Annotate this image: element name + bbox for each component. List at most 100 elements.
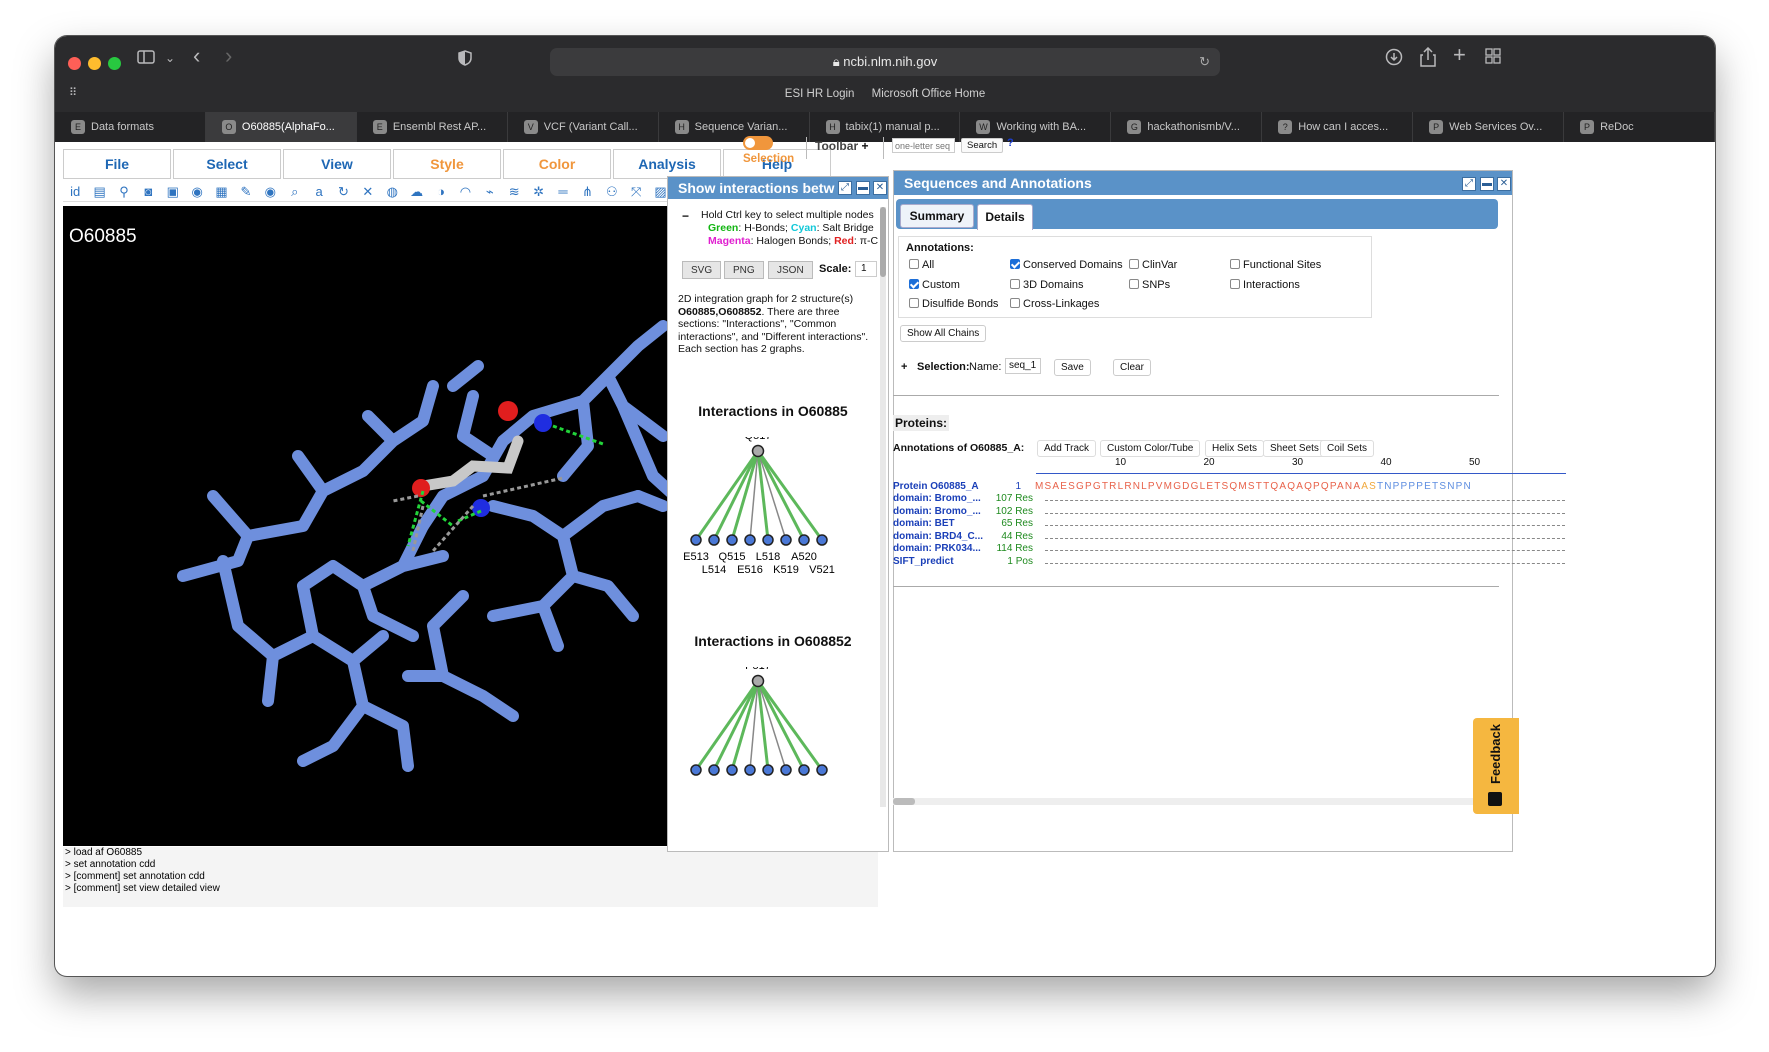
zoom-window-button[interactable] xyxy=(108,57,121,70)
residue-node[interactable] xyxy=(744,764,756,776)
close-icon[interactable]: ✕ xyxy=(1497,177,1511,191)
selection-name-input[interactable]: seq_1 xyxy=(1005,358,1041,374)
clear-selection-button[interactable]: Clear xyxy=(1113,359,1151,376)
track-button-helix-sets[interactable]: Helix Sets xyxy=(1205,440,1265,457)
lines-icon[interactable]: ═ xyxy=(551,184,575,199)
layers-icon[interactable]: ≋ xyxy=(502,184,526,200)
browser-tab[interactable]: ? How can I acces... xyxy=(1262,112,1414,142)
checkbox-functional-sites[interactable]: Functional Sites xyxy=(1230,259,1321,271)
expand-icon[interactable]: ⤢ xyxy=(838,181,852,195)
pencil-icon[interactable]: ✎ xyxy=(234,184,258,200)
scale-input[interactable]: 1 xyxy=(855,261,877,277)
tree-icon[interactable]: ⋔ xyxy=(575,184,599,200)
circle-icon[interactable]: ◉ xyxy=(185,184,209,200)
annotation-track-label[interactable]: domain: Bromo_... xyxy=(893,493,981,504)
favorite-link[interactable]: Microsoft Office Home xyxy=(872,88,986,100)
residue-node[interactable] xyxy=(708,534,720,546)
minimize-icon[interactable]: ▬ xyxy=(1480,177,1494,191)
link-icon[interactable]: ⚲ xyxy=(112,184,136,200)
checkbox-box[interactable] xyxy=(1230,278,1240,289)
residue-node[interactable] xyxy=(816,534,828,546)
track-button-add-track[interactable]: Add Track xyxy=(1037,440,1097,457)
scrollbar[interactable] xyxy=(880,207,886,807)
track-button-coil-sets[interactable]: Coil Sets xyxy=(1320,440,1375,457)
browser-tab[interactable]: O O60885(AlphaFo... xyxy=(205,112,357,142)
sequence-row[interactable]: MSAESGPGTRLRNLPVMGDGLETSQMSTTQAQAQPQPANA… xyxy=(1035,481,1575,492)
collapse-icon[interactable]: − xyxy=(682,209,689,223)
rotate-icon[interactable]: ↻ xyxy=(331,184,355,200)
show-all-chains-button[interactable]: Show All Chains xyxy=(900,325,987,342)
close-icon[interactable]: ✕ xyxy=(873,181,887,195)
export-svg-button[interactable]: SVG xyxy=(682,261,722,279)
residue-node[interactable] xyxy=(708,764,720,776)
export-json-button[interactable]: JSON xyxy=(768,261,813,279)
checkbox-cross-linkages[interactable]: Cross-Linkages xyxy=(1010,298,1099,310)
menu-view[interactable]: View xyxy=(283,149,391,179)
toolbar-toggle[interactable]: Toolbar + xyxy=(815,139,868,153)
browser-tab[interactable]: Ghackathonismb/V... xyxy=(1111,112,1263,142)
residue-node[interactable] xyxy=(744,534,756,546)
checkbox-conserved-domains[interactable]: Conserved Domains xyxy=(1010,259,1123,271)
chevron-down-icon[interactable]: ⌄ xyxy=(165,49,175,67)
browser-tab[interactable]: E Ensembl Rest AP... xyxy=(357,112,508,142)
interactions-dialog-header[interactable]: Show interactions betw xyxy=(668,177,888,199)
checkbox-box[interactable] xyxy=(1230,259,1240,269)
horizontal-scrollbar[interactable] xyxy=(893,798,1513,805)
selection-expand-icon[interactable]: + xyxy=(901,361,907,373)
checkbox-snps[interactable]: SNPs xyxy=(1129,278,1170,291)
annotation-track-label[interactable]: domain: BET xyxy=(893,518,955,529)
residue-node[interactable] xyxy=(780,534,792,546)
tab-overview-icon[interactable] xyxy=(1485,48,1501,67)
browser-tab[interactable]: H Sequence Varian... xyxy=(659,112,810,142)
residue-node[interactable] xyxy=(798,764,810,776)
annotation-track-label[interactable]: SIFT_predict xyxy=(893,556,954,567)
browser-tab[interactable]: V VCF (Variant Call... xyxy=(508,112,659,142)
residue-node[interactable] xyxy=(780,764,792,776)
expand-icon[interactable]: ⤢ xyxy=(1462,177,1476,191)
selection-toggle[interactable] xyxy=(743,136,773,150)
minimize-icon[interactable]: ▬ xyxy=(856,181,870,195)
sequence-search-input[interactable] xyxy=(892,138,955,153)
cloud-icon[interactable]: ☁ xyxy=(404,184,428,200)
residue-node[interactable] xyxy=(762,534,774,546)
sidebar-icon[interactable] xyxy=(137,49,155,68)
new-tab-icon[interactable]: + xyxy=(1453,44,1466,66)
residue-node[interactable] xyxy=(798,534,810,546)
save-selection-button[interactable]: Save xyxy=(1054,359,1091,376)
frame-icon[interactable]: ▣ xyxy=(161,184,185,200)
checkbox-clinvar[interactable]: ClinVar xyxy=(1129,259,1177,271)
checkbox-box[interactable] xyxy=(1129,278,1139,289)
checkbox-interactions[interactable]: Interactions xyxy=(1230,278,1300,291)
spiral-icon[interactable]: ✲ xyxy=(526,184,550,200)
annotation-track-label[interactable]: domain: Bromo_... xyxy=(893,506,981,517)
checkbox-box[interactable] xyxy=(1129,259,1139,269)
share-icon[interactable] xyxy=(1420,46,1436,70)
checkbox-box[interactable] xyxy=(909,278,919,289)
download-icon[interactable] xyxy=(1385,48,1403,69)
x-icon[interactable]: ✕ xyxy=(356,184,380,200)
menu-color[interactable]: Color xyxy=(503,149,611,179)
bike-icon[interactable]: ⚇ xyxy=(600,184,624,200)
checkbox-disulfide-bonds[interactable]: Disulfide Bonds xyxy=(909,298,998,310)
checkbox-box[interactable] xyxy=(1010,278,1020,289)
residue-node[interactable] xyxy=(690,534,702,546)
structure-viewer[interactable]: O60885 xyxy=(63,206,675,846)
contrast-icon[interactable]: ◑ xyxy=(429,184,453,199)
minimize-window-button[interactable] xyxy=(88,57,101,70)
ribbon-icon[interactable]: ⌁ xyxy=(478,184,502,200)
favorite-link[interactable]: ESI HR Login xyxy=(785,88,855,100)
checkbox-box[interactable] xyxy=(909,298,919,308)
doc-icon[interactable]: ▤ xyxy=(87,184,111,200)
menu-style[interactable]: Style xyxy=(393,149,501,179)
residue-node[interactable] xyxy=(726,764,738,776)
center-residue-node[interactable] xyxy=(751,674,765,688)
tab-details[interactable]: Details xyxy=(977,204,1033,230)
id-icon[interactable]: id xyxy=(63,184,87,199)
camera-icon[interactable]: ◙ xyxy=(136,184,160,199)
feedback-button[interactable]: Feedback xyxy=(1473,718,1519,814)
annotation-track-label[interactable]: domain: BRD4_C... xyxy=(893,531,983,542)
menu-file[interactable]: File xyxy=(63,149,171,179)
checkbox-box[interactable] xyxy=(1010,259,1020,269)
browser-tab[interactable]: P ReDoc xyxy=(1564,112,1715,142)
tab-summary[interactable]: Summary xyxy=(900,204,974,228)
